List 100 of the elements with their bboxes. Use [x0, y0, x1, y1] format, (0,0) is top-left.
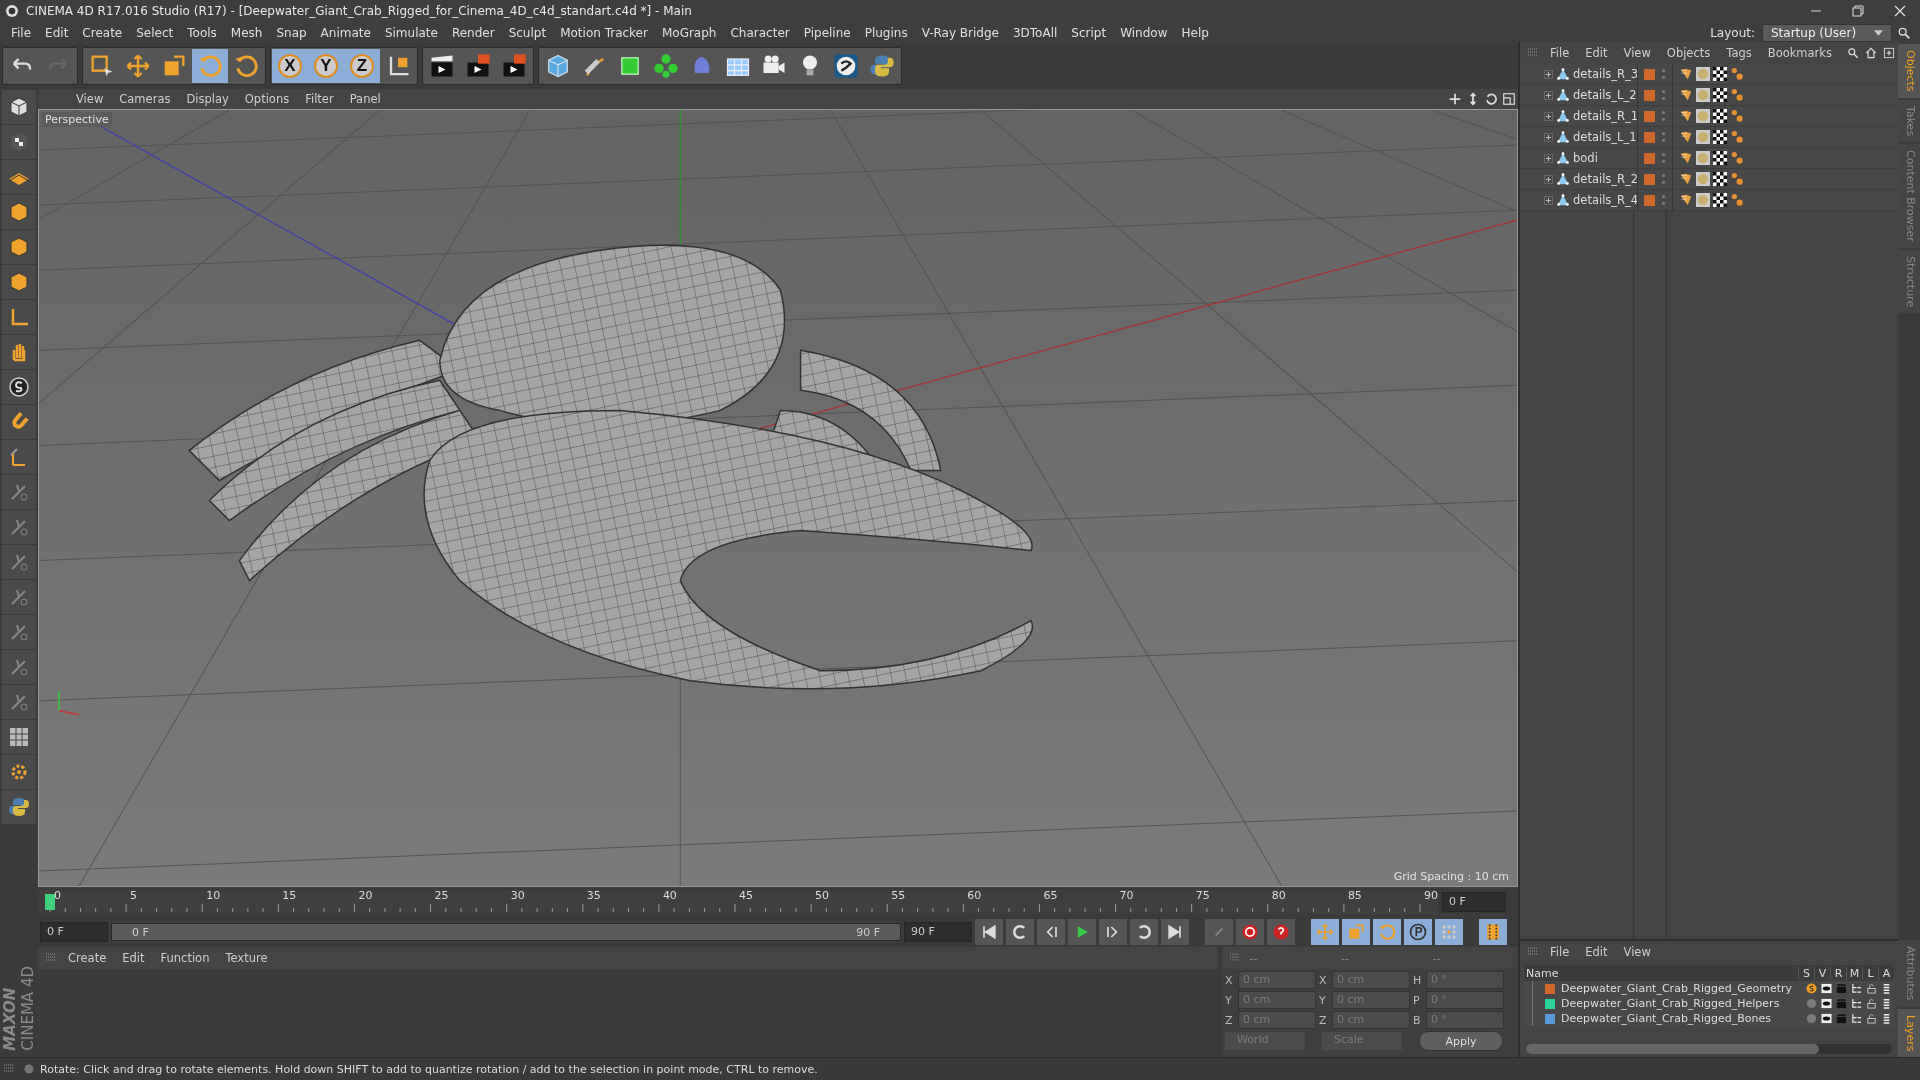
texture-tag-icon[interactable]	[1713, 130, 1727, 144]
menu-item[interactable]: Motion Tracker	[553, 26, 655, 40]
new-window-icon[interactable]	[1882, 46, 1896, 60]
visibility-dots-icon[interactable]	[1661, 130, 1666, 144]
visibility-dots-icon[interactable]	[1661, 109, 1666, 123]
search-icon[interactable]	[1896, 25, 1912, 41]
viewport-menu-item[interactable]: Display	[178, 92, 237, 106]
viewport-menu-item[interactable]: View	[68, 92, 112, 106]
visibility-dots-icon[interactable]	[1661, 88, 1666, 102]
expand-icon[interactable]	[1544, 90, 1553, 100]
object-name[interactable]: details_R_3	[1573, 67, 1637, 81]
weight-tag-icon[interactable]	[1679, 109, 1693, 123]
apply-button[interactable]: Apply	[1419, 1031, 1503, 1051]
dropdown-caret-icon[interactable]	[1874, 30, 1883, 36]
menu-item[interactable]: Window	[1113, 26, 1175, 40]
restore-icon[interactable]	[1852, 5, 1864, 17]
menu-item[interactable]: MoGraph	[654, 26, 724, 40]
axis-lock-button[interactable]: Z	[344, 49, 380, 83]
viewport-menu-item[interactable]: Panel	[341, 92, 389, 106]
eye-icon[interactable]	[1821, 983, 1832, 994]
panel-grip-icon[interactable]	[1528, 947, 1538, 957]
object-name[interactable]: details_R_2	[1573, 172, 1637, 186]
record-icon[interactable]	[1236, 919, 1264, 945]
eye-icon[interactable]	[1821, 998, 1832, 1009]
expand-icon[interactable]	[1544, 195, 1553, 205]
texture-tag-icon[interactable]	[1713, 151, 1727, 165]
menu-item[interactable]: V-Ray Bridge	[914, 26, 1006, 40]
layer-menu-item[interactable]: File	[1542, 945, 1578, 959]
column-header[interactable]: R	[1830, 966, 1846, 980]
axis-mode-icon[interactable]	[2, 300, 36, 334]
menu-item[interactable]: Sculpt	[501, 26, 554, 40]
menu-item[interactable]: File	[4, 26, 39, 40]
timeline-ruler[interactable]: 0 5 10 15 20 25 30 35 40 45 50 55 60 65 70 75 80 85 90	[38, 890, 1438, 914]
animation-icon[interactable]	[1881, 998, 1892, 1009]
skin-tag-icon[interactable]	[1730, 67, 1744, 81]
menu-item[interactable]: Animate	[313, 26, 378, 40]
hierarchy-icon[interactable]	[1851, 983, 1862, 994]
points-mode-icon[interactable]	[2, 195, 36, 229]
skin-tag-icon[interactable]	[1730, 151, 1744, 165]
material-menu-item[interactable]: Texture	[217, 951, 276, 965]
expand-icon[interactable]	[1544, 69, 1553, 79]
expand-icon[interactable]	[1544, 132, 1553, 142]
layer-menu-item[interactable]: Edit	[1577, 945, 1616, 959]
object-name[interactable]: details_R_1	[1573, 109, 1637, 123]
visibility-dots-icon[interactable]	[1661, 151, 1666, 165]
start-frame-field[interactable]: 0 F	[40, 922, 108, 942]
next-frame-icon[interactable]	[1099, 919, 1127, 945]
column-header[interactable]: S	[1798, 966, 1814, 980]
animation-icon[interactable]	[1881, 983, 1892, 994]
parameter-key-icon[interactable]	[1404, 919, 1432, 945]
previous-frame-icon[interactable]	[1037, 919, 1065, 945]
weight-tag-icon[interactable]	[1679, 193, 1693, 207]
object-name[interactable]: bodi	[1573, 151, 1637, 165]
polygons-mode-icon[interactable]	[2, 265, 36, 299]
side-tab[interactable]: Objects	[1898, 44, 1920, 98]
end-frame-field[interactable]: 90 F	[904, 922, 972, 942]
move-view-icon[interactable]	[1448, 92, 1462, 106]
menu-item[interactable]: Render	[444, 26, 502, 40]
menu-item[interactable]: Tools	[180, 26, 224, 40]
menu-item[interactable]: Character	[723, 26, 797, 40]
menu-item[interactable]: Edit	[38, 26, 76, 40]
hierarchy-icon[interactable]	[1851, 998, 1862, 1009]
weight-tag-icon[interactable]	[1679, 88, 1693, 102]
model-mode-icon[interactable]	[2, 90, 36, 124]
texture-tag-icon[interactable]	[1713, 193, 1727, 207]
material-menu-item[interactable]: Create	[60, 951, 115, 965]
viewport[interactable]: Perspective Grid Spacing : 10 cm	[38, 109, 1518, 887]
material-menu-item[interactable]: Edit	[114, 951, 153, 965]
column-header[interactable]: Name	[1524, 966, 1798, 980]
range-slider[interactable]: 0 F 90 F	[111, 923, 901, 941]
edges-mode-icon[interactable]	[2, 230, 36, 264]
visibility-dots-icon[interactable]	[1661, 67, 1666, 81]
panel-grip-icon[interactable]	[1528, 48, 1538, 58]
rotate-view-icon[interactable]	[1484, 92, 1498, 106]
menu-item[interactable]: 3DToAll	[1005, 26, 1065, 40]
column-header[interactable]: V	[1814, 966, 1830, 980]
workplane-icon[interactable]	[2, 160, 36, 194]
material-menu-item[interactable]: Function	[152, 951, 218, 965]
viewport-menu-item[interactable]: Filter	[297, 92, 342, 106]
viewport-menu-item[interactable]: Cameras	[111, 92, 179, 106]
close-icon[interactable]	[1894, 5, 1906, 17]
previous-key-icon[interactable]	[1006, 919, 1034, 945]
menu-item[interactable]: Snap	[269, 26, 314, 40]
lock-icon[interactable]	[1866, 983, 1877, 994]
horizontal-scrollbar[interactable]	[1526, 1044, 1892, 1054]
object-menu-item[interactable]: Edit	[1577, 46, 1616, 60]
animation-icon[interactable]	[1881, 1013, 1892, 1024]
column-header[interactable]: M	[1846, 966, 1862, 980]
menu-item[interactable]: Simulate	[377, 26, 445, 40]
panel-grip-icon[interactable]	[46, 953, 56, 963]
next-key-icon[interactable]	[1130, 919, 1158, 945]
menu-item[interactable]: Mesh	[223, 26, 270, 40]
menu-item[interactable]: Select	[129, 26, 181, 40]
panel-grip-icon[interactable]	[4, 1064, 14, 1074]
object-menu-item[interactable]: Objects	[1658, 46, 1719, 60]
layout-dropdown[interactable]: Startup (User)	[1762, 24, 1892, 42]
axis-lock-button[interactable]: X	[272, 49, 308, 83]
weight-tag-icon[interactable]	[1679, 172, 1693, 186]
home-icon[interactable]	[1864, 46, 1878, 60]
python-icon[interactable]	[2, 790, 36, 824]
